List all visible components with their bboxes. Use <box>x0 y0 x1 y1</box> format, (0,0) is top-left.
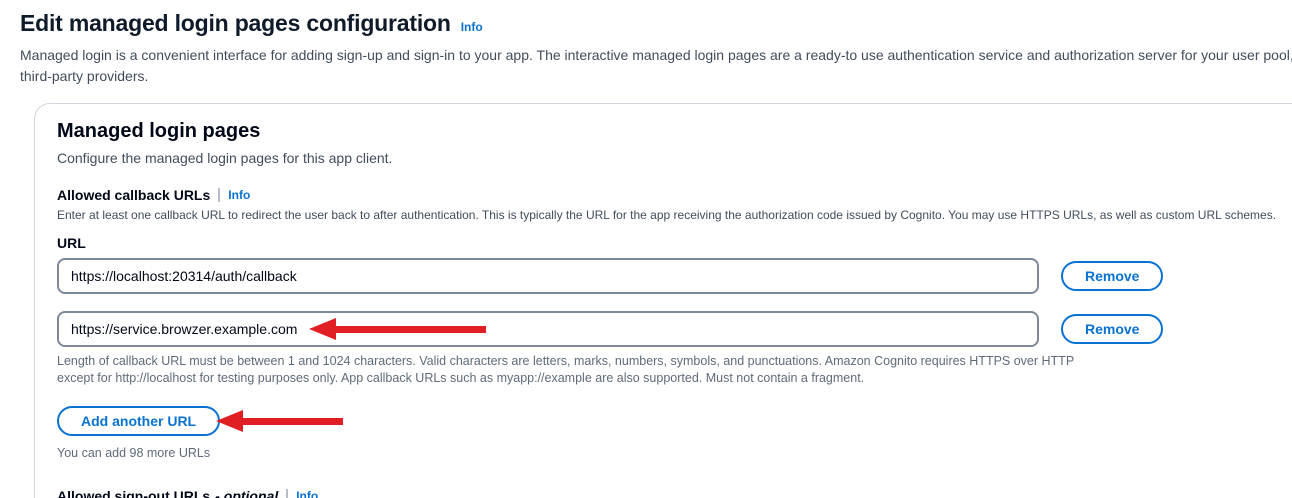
url-column-label: URL <box>57 235 1292 251</box>
label-divider <box>218 188 220 202</box>
callback-url-input-1[interactable] <box>57 258 1039 294</box>
card-title: Managed login pages <box>57 120 1292 143</box>
page-description: Managed login is a convenient interface … <box>20 45 1292 87</box>
callback-url-row-2: Remove <box>57 311 1292 347</box>
optional-suffix: - optional <box>215 488 278 498</box>
callback-url-constraint-text: Length of callback URL must be between 1… <box>57 353 1077 386</box>
add-another-url-button[interactable]: Add another URL <box>57 406 220 436</box>
callback-url-input-2[interactable] <box>57 311 1039 347</box>
page-title-info-link[interactable]: Info <box>461 20 483 34</box>
allowed-signout-urls-header: Allowed sign-out URLs - optional Info <box>57 488 1292 498</box>
page-description-line1: Managed login is a convenient interface … <box>20 45 1292 66</box>
page-description-line2: third-party providers. <box>20 66 1292 87</box>
remove-url-button-2[interactable]: Remove <box>1061 314 1163 344</box>
page-title: Edit managed login pages configuration <box>20 10 451 37</box>
url-count-hint: You can add 98 more URLs <box>57 445 1292 462</box>
card-subtitle: Configure the managed login pages for th… <box>57 150 1292 166</box>
allowed-callback-urls-header: Allowed callback URLs Info <box>57 187 1292 203</box>
red-arrow-tail <box>243 418 343 425</box>
callback-url-row-1: Remove <box>57 258 1292 294</box>
label-divider <box>286 489 288 498</box>
page: Edit managed login pages configuration I… <box>0 0 1292 498</box>
add-url-row: Add another URL <box>57 406 1292 436</box>
allowed-callback-urls-label: Allowed callback URLs <box>57 187 210 203</box>
callback-urls-description: Enter at least one callback URL to redir… <box>57 208 1292 222</box>
red-arrow-pointer-add-button <box>216 410 343 432</box>
red-arrow-head <box>216 410 243 432</box>
remove-url-button-1[interactable]: Remove <box>1061 261 1163 291</box>
allowed-signout-urls-info-link[interactable]: Info <box>296 489 318 498</box>
managed-login-pages-card: Managed login pages Configure the manage… <box>34 103 1292 498</box>
page-header: Edit managed login pages configuration I… <box>20 10 1292 37</box>
allowed-signout-urls-label: Allowed sign-out URLs <box>57 488 210 498</box>
allowed-callback-urls-info-link[interactable]: Info <box>228 188 250 202</box>
